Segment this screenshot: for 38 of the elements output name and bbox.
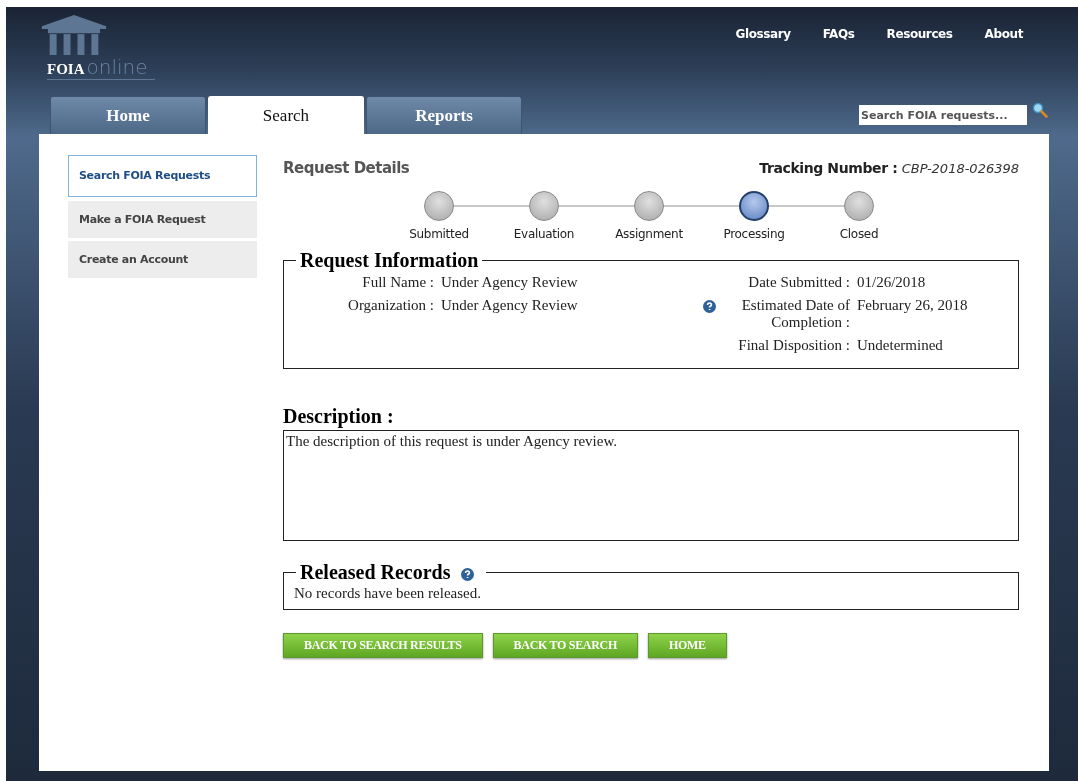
search-field[interactable]: Search FOIA requests... [859, 105, 1027, 125]
field-label: Organization : [347, 297, 434, 314]
tracking-number: Tracking Number : CBP-2018-026398 [759, 160, 1019, 176]
field-value: 01/26/2018 [857, 274, 926, 291]
help-icon[interactable] [703, 300, 716, 313]
nav-link[interactable]: FAQs [822, 27, 855, 43]
nav-tab[interactable]: Home [50, 96, 206, 134]
field-label: Estimated Date of Completion : [740, 297, 850, 331]
field-label: Full Name : [361, 274, 434, 291]
field-value: Undetermined [857, 337, 943, 354]
nav-link[interactable]: About [984, 27, 1023, 43]
field-label: Final Disposition : [737, 337, 850, 354]
nav-link[interactable]: Resources [886, 27, 953, 43]
help-icon[interactable] [460, 567, 474, 581]
sidebar-item[interactable]: Create an Account [68, 241, 257, 278]
logo[interactable]: FOIAonline [39, 15, 155, 87]
description-text: The description of this request is under Agency review. [286, 433, 618, 449]
search-icon[interactable] [1032, 102, 1048, 118]
panel-title: Released Records [300, 561, 451, 584]
description-title: Description : [283, 405, 395, 428]
step-label: Assignment [615, 227, 683, 241]
temple-icon [39, 15, 109, 55]
sidebar-item[interactable]: Make a FOIA Request [68, 201, 257, 238]
panel-title: Request Information [299, 249, 480, 272]
field-value: Under Agency Review [441, 297, 578, 314]
nav-link[interactable]: Glossary [735, 27, 791, 43]
nav-tab[interactable]: Reports [366, 96, 522, 134]
step-label: Submitted [409, 227, 469, 241]
section-title: Request Details [283, 159, 410, 177]
nav-tab[interactable]: Search [208, 96, 364, 134]
field-value: Under Agency Review [441, 274, 578, 291]
step-label: Closed [839, 227, 879, 241]
released-records-text: No records have been released. [294, 585, 482, 602]
field-label: Date Submitted : [747, 274, 850, 291]
step-label: Processing [723, 227, 785, 241]
field-value: February 26, 2018 [857, 297, 968, 315]
sidebar-item[interactable]: Search FOIA Requests [68, 155, 257, 197]
step-label: Evaluation [513, 227, 575, 241]
